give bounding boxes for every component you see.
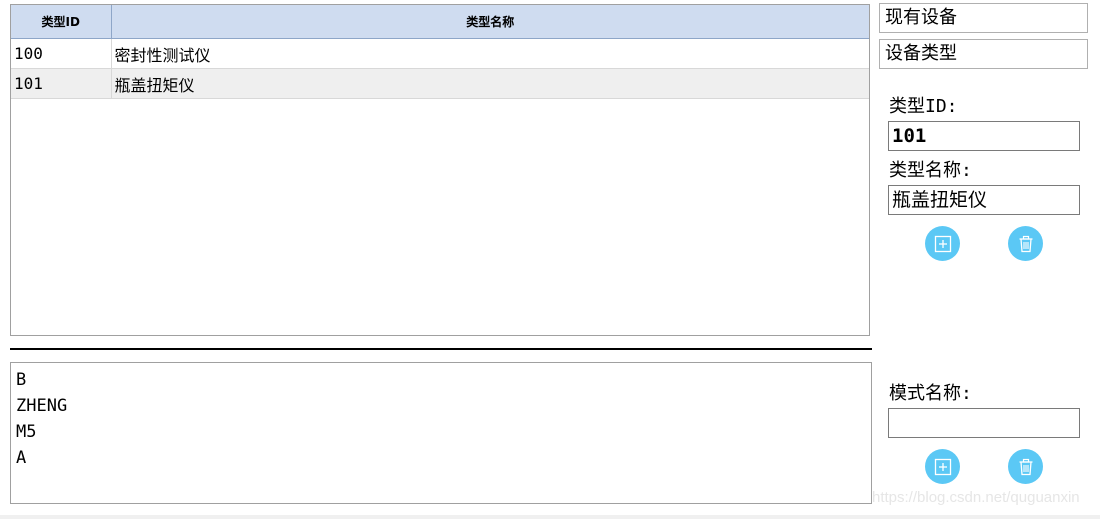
trash-icon (1019, 235, 1032, 252)
type-id-input[interactable]: 101 (888, 121, 1080, 151)
table-row[interactable]: 100 密封性测试仪 (11, 38, 869, 69)
add-mode-button[interactable] (925, 449, 960, 484)
app-window: 类型ID 类型名称 100 密封性测试仪 101 瓶盖扭矩仪 B ZHENG M… (0, 0, 1100, 515)
cell-type-id[interactable]: 101 (11, 68, 112, 99)
type-id-label: 类型ID: (889, 96, 958, 117)
device-type-table[interactable]: 类型ID 类型名称 100 密封性测试仪 101 瓶盖扭矩仪 (10, 4, 870, 336)
existing-devices-button[interactable]: 现有设备 (879, 3, 1088, 33)
cell-type-name[interactable]: 瓶盖扭矩仪 (111, 68, 869, 99)
device-types-button[interactable]: 设备类型 (879, 39, 1088, 69)
mode-list[interactable]: B ZHENG M5 A (10, 362, 872, 504)
column-header-type-id[interactable]: 类型ID (11, 5, 112, 39)
trash-icon (1019, 458, 1032, 475)
table-header-row: 类型ID 类型名称 (11, 5, 869, 39)
column-header-type-name[interactable]: 类型名称 (110, 5, 869, 39)
list-item[interactable]: A (16, 445, 871, 471)
delete-mode-button[interactable] (1008, 449, 1043, 484)
cell-type-id[interactable]: 100 (11, 38, 112, 69)
table-row[interactable]: 101 瓶盖扭矩仪 (11, 68, 869, 99)
watermark: https://blog.csdn.net/quguanxin (872, 489, 1080, 506)
mode-name-label: 模式名称: (889, 383, 972, 404)
add-icon (934, 235, 951, 252)
type-name-label: 类型名称: (889, 160, 972, 181)
add-icon (934, 458, 951, 475)
list-item[interactable]: B (16, 367, 871, 393)
mode-name-input[interactable] (888, 408, 1080, 438)
cell-type-name[interactable]: 密封性测试仪 (111, 38, 869, 69)
list-item[interactable]: M5 (16, 419, 871, 445)
type-name-input[interactable]: 瓶盖扭矩仪 (888, 185, 1080, 215)
delete-type-button[interactable] (1008, 226, 1043, 261)
add-type-button[interactable] (925, 226, 960, 261)
divider-line (10, 348, 872, 350)
list-item[interactable]: ZHENG (16, 393, 871, 419)
